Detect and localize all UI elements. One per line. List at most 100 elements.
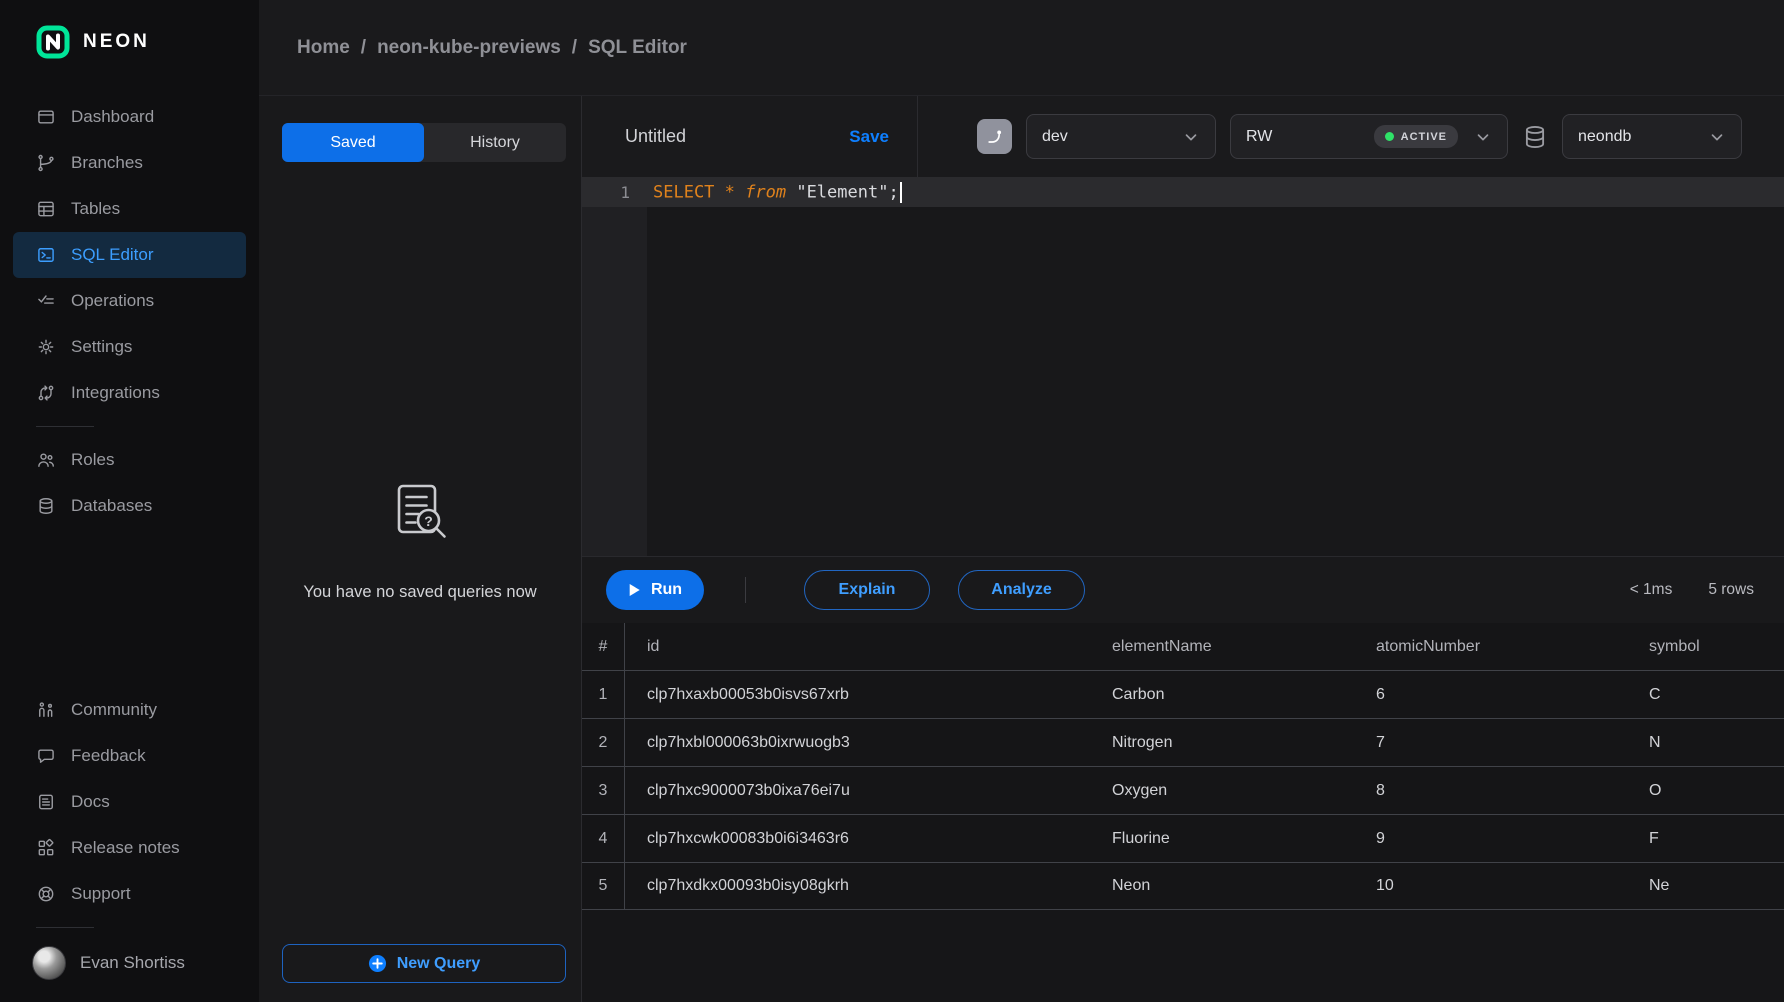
database-select-value: neondb — [1578, 128, 1631, 146]
branch-select[interactable]: dev — [1026, 114, 1216, 159]
chevron-down-icon — [1474, 128, 1492, 146]
breadcrumb-home[interactable]: Home — [297, 37, 350, 59]
status-dot-icon — [1385, 132, 1394, 141]
no-saved-queries-icon: ? — [382, 478, 458, 554]
sidebar-item-support[interactable]: Support — [0, 871, 259, 917]
sidebar-item-release-notes[interactable]: Release notes — [0, 825, 259, 871]
branch-button[interactable] — [977, 119, 1012, 154]
sidebar-item-settings[interactable]: Settings — [0, 324, 259, 370]
query-stats: < 1ms 5 rows — [1630, 581, 1754, 599]
sql-keyword: SELECT — [653, 182, 725, 202]
support-icon — [36, 884, 56, 904]
sidebar-item-community[interactable]: Community — [0, 687, 259, 733]
code-line-1: 1 SELECT * from "Element"; — [582, 177, 1784, 207]
sidebar-item-integrations[interactable]: Integrations — [0, 370, 259, 416]
row-number: 1 — [582, 671, 625, 718]
sidebar-item-label: Roles — [71, 450, 114, 470]
database-select[interactable]: neondb — [1562, 114, 1742, 159]
sidebar-item-operations[interactable]: Operations — [0, 278, 259, 324]
cell-elementName: Nitrogen — [1090, 719, 1354, 766]
tab-saved[interactable]: Saved — [282, 123, 424, 162]
compute-select[interactable]: RW ACTIVE — [1230, 114, 1508, 159]
results-header-row: # id elementName atomicNumber symbol — [582, 623, 1784, 670]
sidebar-item-label: Support — [71, 884, 131, 904]
docs-icon — [36, 792, 56, 812]
cell-symbol: C — [1627, 671, 1784, 718]
sidebar-item-tables[interactable]: Tables — [0, 186, 259, 232]
query-tabs: Saved History — [282, 123, 566, 162]
branch-select-value: dev — [1042, 128, 1068, 146]
sidebar-item-label: Feedback — [71, 746, 146, 766]
cell-elementName: Fluorine — [1090, 815, 1354, 862]
table-row: 3 clp7hxc9000073b0ixa76ei7u Oxygen 8 O — [582, 766, 1784, 814]
table-row: 2 clp7hxbl000063b0ixrwuogb3 Nitrogen 7 N — [582, 718, 1784, 766]
sidebar-item-docs[interactable]: Docs — [0, 779, 259, 825]
sidebar-item-label: Branches — [71, 153, 143, 173]
row-number: 2 — [582, 719, 625, 766]
databases-icon — [36, 496, 56, 516]
tables-icon — [36, 199, 56, 219]
app-window: NEON Dashboard Branches Tables SQL Edito… — [0, 0, 1784, 1002]
chevron-down-icon — [1182, 128, 1200, 146]
row-number: 5 — [582, 863, 625, 909]
tab-history[interactable]: History — [424, 123, 566, 162]
avatar — [32, 946, 66, 980]
sql-star: * — [725, 182, 745, 202]
analyze-button[interactable]: Analyze — [958, 570, 1085, 610]
cell-elementName: Oxygen — [1090, 767, 1354, 814]
sidebar-item-sql-editor[interactable]: SQL Editor — [13, 232, 246, 278]
new-query-button[interactable]: New Query — [282, 944, 566, 983]
main-area: Home / neon-kube-previews / SQL Editor S… — [259, 0, 1784, 1002]
sidebar-footer: Community Feedback Docs Release notes Su… — [0, 687, 259, 986]
cell-elementName: Carbon — [1090, 671, 1354, 718]
explain-button[interactable]: Explain — [804, 570, 930, 610]
sidebar-item-label: Community — [71, 700, 157, 720]
breadcrumb-page: SQL Editor — [588, 37, 687, 59]
sidebar-item-databases[interactable]: Databases — [0, 483, 259, 529]
sidebar-item-label: Settings — [71, 337, 132, 357]
text-cursor — [900, 182, 902, 203]
sidebar-item-label: Operations — [71, 291, 154, 311]
status-label: ACTIVE — [1401, 131, 1447, 143]
sidebar-item-label: Docs — [71, 792, 110, 812]
query-duration: < 1ms — [1630, 581, 1673, 599]
sql-statement: SELECT * from "Element"; — [647, 182, 902, 203]
roles-icon — [36, 450, 56, 470]
sidebar-item-dashboard[interactable]: Dashboard — [0, 94, 259, 140]
table-row: 1 clp7hxaxb00053b0isvs67xrb Carbon 6 C — [582, 670, 1784, 718]
integrations-icon — [36, 383, 56, 403]
sidebar-item-feedback[interactable]: Feedback — [0, 733, 259, 779]
sidebar-item-label: Tables — [71, 199, 120, 219]
query-title[interactable]: Untitled — [625, 126, 686, 147]
cell-symbol: F — [1627, 815, 1784, 862]
sidebar-item-roles[interactable]: Roles — [0, 437, 259, 483]
breadcrumb-project[interactable]: neon-kube-previews — [377, 37, 561, 59]
cell-atomicNumber: 9 — [1354, 815, 1627, 862]
save-button[interactable]: Save — [849, 127, 889, 147]
query-title-group: Untitled Save — [582, 96, 918, 177]
cell-atomicNumber: 7 — [1354, 719, 1627, 766]
new-query-label: New Query — [397, 955, 481, 973]
compute-select-value: RW — [1246, 128, 1272, 146]
context-selectors: dev RW ACTIVE — [918, 96, 1784, 177]
user-menu[interactable]: Evan Shortiss — [0, 940, 259, 986]
work-row: Saved History ? You have no saved querie… — [259, 96, 1784, 1002]
run-button[interactable]: Run — [606, 570, 704, 610]
empty-state: ? You have no saved queries now — [259, 478, 581, 602]
cell-id: clp7hxdkx00093b0isy08gkrh — [625, 863, 1090, 909]
cell-elementName: Neon — [1090, 863, 1354, 909]
breadcrumb-separator: / — [361, 37, 366, 59]
editor-pane: Untitled Save dev RW — [582, 96, 1784, 1002]
sidebar-item-label: Databases — [71, 496, 152, 516]
chevron-down-icon — [1708, 128, 1726, 146]
cell-symbol: O — [1627, 767, 1784, 814]
query-actions-bar: Run Explain Analyze < 1ms 5 rows — [582, 556, 1784, 623]
cell-id: clp7hxcwk00083b0i6i3463r6 — [625, 815, 1090, 862]
sql-code-editor[interactable]: 1 SELECT * from "Element"; — [582, 177, 1784, 556]
brand-logo[interactable]: NEON — [0, 24, 259, 60]
sidebar-item-branches[interactable]: Branches — [0, 140, 259, 186]
plus-icon — [368, 954, 387, 973]
breadcrumb: Home / neon-kube-previews / SQL Editor — [297, 37, 687, 59]
cell-id: clp7hxc9000073b0ixa76ei7u — [625, 767, 1090, 814]
status-badge: ACTIVE — [1374, 125, 1458, 148]
